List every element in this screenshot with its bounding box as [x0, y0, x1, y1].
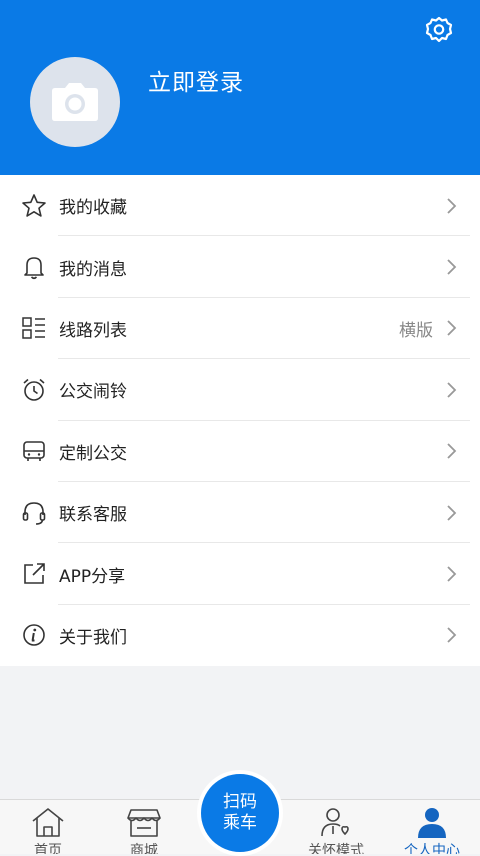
headset-icon [20, 500, 48, 526]
care-mode-icon [321, 808, 349, 837]
menu-item-customer-service[interactable]: 联系客服 [0, 482, 480, 544]
login-link[interactable]: 立即登录 [148, 65, 244, 101]
star-icon [20, 193, 48, 219]
menu-item-label: 关于我们 [59, 627, 127, 648]
tab-label: 关怀模式 [308, 843, 364, 854]
bus-icon [20, 438, 48, 464]
tab-label: 商城 [130, 843, 158, 854]
chevron-right-icon [447, 259, 457, 275]
chevron-right-icon [447, 443, 457, 459]
menu-item-app-share[interactable]: APP分享 [0, 543, 480, 606]
chevron-right-icon [447, 627, 457, 644]
menu-list: 我的收藏 我的消息 线路列表 横版 公交闹铃 定制公交 联系客服 APP分享 关… [0, 175, 480, 667]
tab-home[interactable]: 首页 [0, 800, 96, 854]
layout-value: 横版 [399, 320, 433, 341]
camera-icon [52, 83, 98, 121]
alarm-clock-icon [20, 377, 48, 403]
menu-item-messages[interactable]: 我的消息 [0, 236, 480, 299]
list-icon [20, 315, 48, 341]
scan-label-line1: 扫码 [223, 792, 257, 812]
profile-header: 立即登录 [0, 0, 480, 175]
menu-item-route-list[interactable]: 线路列表 横版 [0, 298, 480, 360]
menu-item-bus-alarm[interactable]: 公交闹铃 [0, 359, 480, 421]
chevron-right-icon [447, 505, 457, 521]
avatar[interactable] [30, 57, 120, 147]
settings-gear-icon[interactable] [424, 15, 454, 45]
scan-to-ride-button[interactable]: 扫码 乘车 [197, 770, 283, 856]
tab-label: 首页 [34, 843, 62, 854]
menu-item-favorites[interactable]: 我的收藏 [0, 175, 480, 237]
tab-personal-center[interactable]: 个人中心 [384, 800, 480, 854]
chevron-right-icon [447, 320, 457, 337]
info-icon [20, 622, 48, 648]
scan-button-face: 扫码 乘车 [201, 774, 279, 852]
menu-item-about-us[interactable]: 关于我们 [0, 605, 480, 666]
bell-icon [20, 254, 48, 280]
tab-care-mode[interactable]: 关怀模式 [288, 800, 384, 854]
menu-item-label: 公交闹铃 [59, 382, 127, 403]
menu-item-label: APP分享 [59, 566, 126, 587]
home-icon [32, 808, 64, 837]
store-icon [127, 809, 161, 837]
menu-item-label: 定制公交 [59, 443, 127, 464]
tab-label: 个人中心 [404, 843, 460, 854]
scan-label-line2: 乘车 [223, 813, 257, 833]
share-icon [20, 561, 48, 587]
menu-item-custom-bus[interactable]: 定制公交 [0, 421, 480, 483]
person-icon [418, 808, 446, 838]
chevron-right-icon [447, 198, 457, 214]
chevron-right-icon [447, 382, 457, 398]
menu-item-label: 线路列表 [59, 320, 127, 341]
chevron-right-icon [447, 566, 457, 582]
menu-item-label: 我的消息 [59, 259, 127, 280]
menu-item-label: 联系客服 [59, 505, 127, 526]
tab-store[interactable]: 商城 [96, 800, 192, 854]
menu-item-label: 我的收藏 [59, 198, 127, 219]
